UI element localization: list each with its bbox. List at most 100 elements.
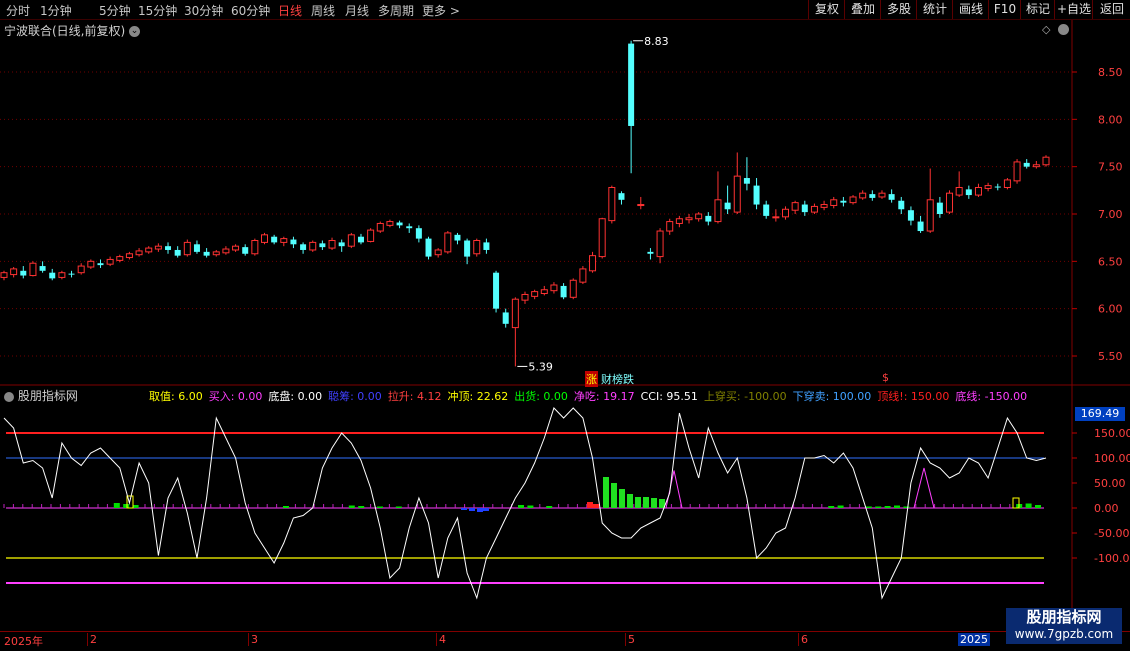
event-board-badge[interactable]: 财榜跌 [601, 371, 634, 387]
statistics-button[interactable]: 统计 [916, 0, 953, 19]
candle-body [753, 185, 760, 205]
candle-body [493, 272, 500, 309]
candle-body [598, 218, 606, 258]
period-tab-monthly[interactable]: 月线 [345, 2, 369, 19]
ind-axis-label: 50.00 [1094, 477, 1126, 490]
candle-body [705, 215, 712, 222]
candle-body [955, 186, 963, 196]
date-label-year: 2025年 [4, 635, 43, 648]
candle-body [242, 247, 249, 254]
candle-body [1042, 156, 1050, 166]
green-bar [603, 477, 609, 508]
candle-body [347, 234, 355, 247]
candle-body [261, 234, 268, 243]
candle-body [714, 199, 722, 223]
period-tab-1min[interactable]: 1分钟 [40, 2, 72, 19]
candle-body [319, 243, 326, 248]
green-bar [828, 506, 835, 508]
ind-axis-label: -50.00 [1094, 527, 1129, 540]
candle-body [10, 268, 18, 276]
period-tab-fenshi[interactable]: 分时 [6, 2, 30, 19]
magenta-spike [913, 467, 935, 509]
red-bar [593, 504, 599, 508]
price-label: 8.50 [1098, 66, 1123, 79]
green-bar [546, 506, 553, 508]
candle-body [357, 236, 364, 243]
candle-body [183, 241, 191, 256]
candle-body [454, 234, 461, 241]
candle-body [280, 238, 288, 243]
candle-body [135, 250, 143, 256]
period-tab-multi[interactable]: 多周期 [378, 2, 414, 19]
candle-body [1013, 161, 1021, 182]
green-bar [283, 506, 289, 508]
period-tab-15min[interactable]: 15分钟 [138, 2, 177, 19]
green-bar [643, 497, 649, 508]
candle-body [434, 249, 442, 256]
candle-body [782, 208, 789, 218]
candle-body [849, 196, 857, 204]
candle-body [1032, 164, 1040, 168]
indicator-chart[interactable]: 150.00 100.00 50.00 0.00 -50.00 -100.00 [0, 386, 1130, 631]
candle-body [106, 258, 114, 265]
candle-body [271, 236, 278, 243]
green-bar [123, 504, 130, 508]
price-label: 6.50 [1098, 255, 1123, 268]
multi-stock-button[interactable]: 多股 [880, 0, 917, 19]
candle-body [174, 249, 181, 256]
candle-body [232, 245, 240, 251]
green-bar [837, 505, 844, 508]
candle-body [647, 251, 654, 254]
green-bar [619, 489, 625, 508]
candle-body [618, 193, 625, 200]
restore-rights-button[interactable]: 复权 [808, 0, 845, 19]
period-tab-60min[interactable]: 60分钟 [231, 2, 270, 19]
candle-body [974, 186, 982, 196]
green-bar [1025, 503, 1032, 508]
green-bar [348, 505, 355, 508]
add-watchlist-button[interactable]: +自选 [1054, 0, 1093, 19]
candle-body [869, 194, 876, 198]
mark-button[interactable]: 标记 [1020, 0, 1055, 19]
candle-body [965, 189, 972, 196]
candle-body [212, 251, 220, 256]
candle-body [936, 202, 943, 214]
green-bar [395, 506, 402, 508]
candle-body [569, 279, 577, 298]
candle-body [203, 251, 210, 256]
ind-axis-label: 0.00 [1094, 502, 1119, 515]
event-up-badge[interactable]: 涨 [585, 371, 598, 387]
candle-body [338, 242, 345, 247]
f10-button[interactable]: F10 [988, 0, 1021, 19]
candle-body [511, 298, 519, 329]
period-tab-30min[interactable]: 30分钟 [184, 2, 223, 19]
low-price-label: 5.39 [528, 360, 553, 373]
candle-body [685, 217, 693, 221]
date-label-jun: 6 [798, 633, 808, 646]
period-tab-daily[interactable]: 日线 [278, 2, 302, 19]
green-bar [884, 506, 891, 508]
green-bar [894, 505, 900, 508]
candle-body [165, 246, 172, 250]
draw-line-button[interactable]: 画线 [952, 0, 989, 19]
candle-body [1023, 162, 1030, 167]
candle-body [898, 200, 905, 210]
candle-body [589, 255, 597, 272]
overlay-button[interactable]: 叠加 [844, 0, 881, 19]
blue-bar [461, 508, 467, 510]
event-s-mark[interactable]: $ [882, 371, 889, 384]
watermark-logo: 股朋指标网 www.7gpzb.com [1006, 608, 1122, 644]
period-tab-weekly[interactable]: 周线 [311, 2, 335, 19]
date-axis: 2025年 2 3 4 5 6 2025 [0, 631, 1130, 651]
green-bar [611, 483, 617, 508]
blue-bar [483, 508, 489, 511]
candle-body [68, 273, 75, 275]
candle-body [840, 200, 847, 203]
candle-body [724, 202, 731, 210]
more-periods-button[interactable]: 更多 > [422, 2, 460, 19]
candlestick-chart[interactable]: 8.50 8.00 7.50 7.00 6.50 6.00 5.50 8.83 5.39 [0, 20, 1130, 390]
candle-body [1003, 179, 1011, 188]
green-bar [875, 506, 882, 508]
back-button[interactable]: 返回 [1092, 0, 1130, 19]
period-tab-5min[interactable]: 5分钟 [99, 2, 131, 19]
